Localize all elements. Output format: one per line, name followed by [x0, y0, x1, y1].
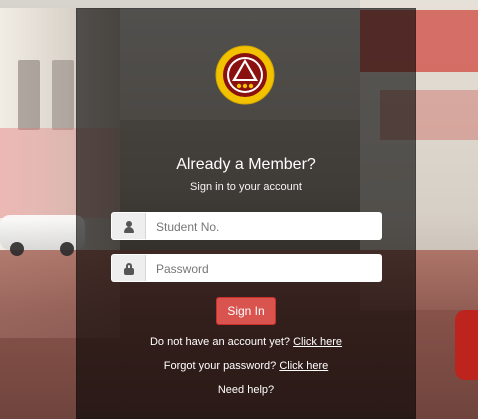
background-window [18, 60, 40, 130]
user-icon [123, 221, 135, 233]
student-number-input[interactable] [146, 213, 381, 239]
login-title: Already a Member? [176, 156, 316, 173]
no-account-line: Do not have an account yet? Click here [76, 335, 416, 349]
help-text[interactable]: Need help? [76, 383, 416, 397]
forgot-password-text: Forgot your password? [163, 360, 277, 372]
forgot-password-link[interactable]: Click here [279, 360, 328, 372]
login-subtitle: Sign in to your account [190, 181, 302, 193]
background-car-tire [60, 242, 74, 256]
forgot-password-line: Forgot your password? Click here [76, 359, 416, 373]
sign-in-button[interactable]: Sign In [216, 297, 276, 325]
password-field[interactable] [111, 254, 382, 282]
password-addon [112, 255, 146, 281]
lock-icon [123, 263, 135, 275]
password-input[interactable] [146, 255, 381, 281]
background-car-tire [10, 242, 24, 256]
no-account-text: Do not have an account yet? [149, 336, 291, 348]
login-panel: Already a Member? Sign in to your accoun… [76, 8, 416, 419]
background-window [52, 60, 74, 130]
student-number-addon [112, 213, 146, 239]
background-car [0, 215, 85, 256]
background-red-object [455, 310, 478, 380]
lock-icon-body [123, 268, 134, 275]
create-account-link[interactable]: Click here [293, 336, 342, 348]
student-number-field[interactable] [111, 212, 382, 240]
user-icon-body [123, 227, 134, 233]
university-seal-logo [215, 45, 275, 105]
